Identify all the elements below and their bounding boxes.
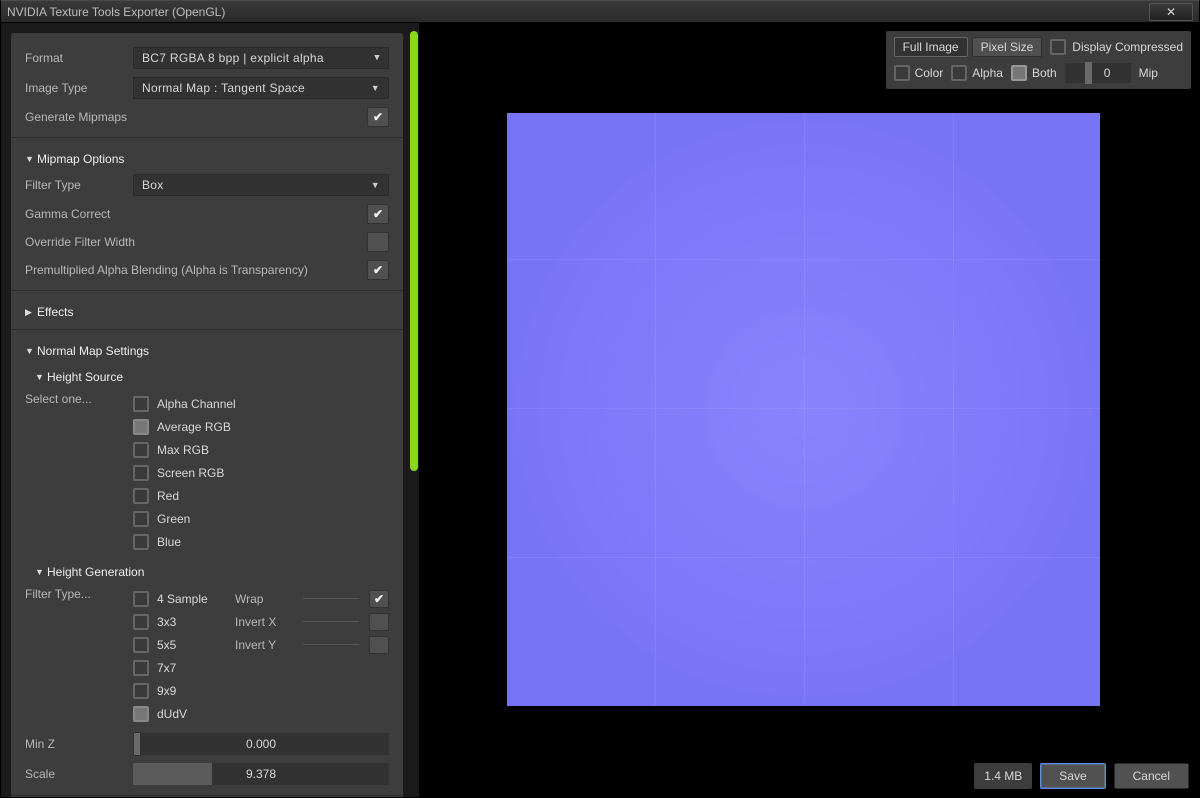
chevron-down-icon: ▼ — [25, 154, 37, 164]
image-type-dropdown[interactable]: Normal Map : Tangent Space — [133, 77, 389, 99]
checkbox-icon — [1011, 65, 1027, 81]
height-gen-filter[interactable]: 9x9 — [133, 679, 235, 702]
checkbox-icon — [133, 706, 149, 722]
checkbox-icon — [894, 65, 910, 81]
height-gen-filter[interactable]: 5x5 — [133, 633, 235, 656]
height-gen-prompt: Filter Type... — [25, 587, 133, 725]
sidebar-scrollbar-track[interactable] — [409, 23, 419, 797]
generate-mipmaps-row: Generate Mipmaps — [11, 103, 403, 131]
display-compressed-row: Display Compressed — [1050, 39, 1183, 55]
texture-preview[interactable] — [507, 113, 1100, 706]
gamma-correct-checkbox[interactable] — [367, 204, 389, 224]
close-icon: ✕ — [1166, 6, 1176, 18]
image-type-label: Image Type — [25, 81, 133, 95]
view-toolbar: Full Image Pixel Size Display Compressed… — [886, 31, 1191, 89]
height-source-option[interactable]: Max RGB — [133, 438, 389, 461]
checkbox-icon — [133, 534, 149, 550]
height-source-option[interactable]: Green — [133, 507, 389, 530]
height-gen-filter[interactable]: 3x3 — [133, 610, 235, 633]
filter-type-label: Filter Type — [25, 178, 133, 192]
gamma-correct-row: Gamma Correct — [11, 200, 403, 228]
height-gen-filter[interactable]: dUdV — [133, 702, 235, 725]
height-source-option[interactable]: Alpha Channel — [133, 392, 389, 415]
invert-x-row: Invert X — [235, 610, 389, 633]
chevron-down-icon: ▼ — [35, 567, 47, 577]
titlebar[interactable]: NVIDIA Texture Tools Exporter (OpenGL) ✕ — [1, 1, 1199, 23]
checkbox-icon — [133, 591, 149, 607]
height-source-option[interactable]: Screen RGB — [133, 461, 389, 484]
chevron-down-icon: ▼ — [25, 346, 37, 356]
display-compressed-checkbox[interactable] — [1050, 39, 1066, 55]
height-gen-filter[interactable]: 7x7 — [133, 656, 235, 679]
height-generation-header[interactable]: ▼ Height Generation — [11, 557, 403, 583]
checkbox-icon — [133, 614, 149, 630]
wrap-row: Wrap — [235, 587, 389, 610]
height-source-option[interactable]: Red — [133, 484, 389, 507]
app-window: NVIDIA Texture Tools Exporter (OpenGL) ✕… — [0, 0, 1200, 798]
format-dropdown[interactable]: BC7 RGBA 8 bpp | explicit alpha — [133, 47, 389, 69]
save-button[interactable]: Save — [1040, 763, 1105, 789]
checkbox-icon — [133, 511, 149, 527]
channel-both[interactable]: Both — [1011, 65, 1057, 81]
height-gen-filter[interactable]: 4 Sample — [133, 587, 235, 610]
height-source-prompt: Select one... — [25, 392, 133, 553]
mip-level-slider[interactable]: 0 — [1065, 63, 1131, 83]
format-label: Format — [25, 51, 133, 65]
height-gen-filters: 4 Sample 3x3 5x5 7x7 9x9 dUdV — [133, 587, 235, 725]
scale-slider[interactable]: 9.378 — [133, 763, 389, 785]
override-filter-width-row: Override Filter Width — [11, 228, 403, 256]
filter-type-row: Filter Type Box — [11, 170, 403, 200]
checkbox-icon — [133, 419, 149, 435]
height-source-header[interactable]: ▼ Height Source — [11, 362, 403, 388]
filesize-display: 1.4 MB — [974, 763, 1032, 789]
height-gen-flags: Wrap Invert X Invert Y — [235, 587, 389, 725]
height-source-option[interactable]: Blue — [133, 530, 389, 553]
min-z-row: Min Z 0.000 — [11, 729, 403, 759]
premult-alpha-checkbox[interactable] — [367, 260, 389, 280]
checkbox-icon — [133, 396, 149, 412]
sidebar-scrollbar-thumb[interactable] — [410, 31, 418, 471]
wrap-checkbox[interactable] — [369, 590, 389, 608]
cancel-button[interactable]: Cancel — [1114, 763, 1189, 789]
generate-mipmaps-checkbox[interactable] — [367, 107, 389, 127]
normal-map-header[interactable]: ▼ Normal Map Settings — [11, 336, 403, 362]
generate-mipmaps-label: Generate Mipmaps — [25, 110, 367, 124]
pixel-size-toggle[interactable]: Pixel Size — [972, 37, 1043, 57]
checkbox-icon — [133, 660, 149, 676]
invert-y-checkbox[interactable] — [369, 636, 389, 654]
checkbox-icon — [133, 442, 149, 458]
override-filter-width-checkbox[interactable] — [367, 232, 389, 252]
checkbox-icon — [133, 465, 149, 481]
mipmap-options-header[interactable]: ▼ Mipmap Options — [11, 144, 403, 170]
chevron-right-icon: ▶ — [25, 307, 37, 318]
filter-type-dropdown[interactable]: Box — [133, 174, 389, 196]
checkbox-icon — [133, 488, 149, 504]
settings-sidebar: Format BC7 RGBA 8 bpp | explicit alpha I… — [1, 23, 419, 797]
invert-x-checkbox[interactable] — [369, 613, 389, 631]
invert-y-row: Invert Y — [235, 633, 389, 656]
close-button[interactable]: ✕ — [1149, 3, 1193, 21]
format-row: Format BC7 RGBA 8 bpp | explicit alpha — [11, 43, 403, 73]
full-image-toggle[interactable]: Full Image — [894, 37, 968, 57]
checkbox-icon — [133, 683, 149, 699]
checkbox-icon — [951, 65, 967, 81]
height-source-option[interactable]: Average RGB — [133, 415, 389, 438]
chevron-down-icon: ▼ — [35, 372, 47, 382]
scale-row: Scale 9.378 — [11, 759, 403, 789]
channel-alpha[interactable]: Alpha — [951, 65, 1003, 81]
checkbox-icon — [133, 637, 149, 653]
effects-header[interactable]: ▶ Effects — [11, 297, 403, 323]
channel-color[interactable]: Color — [894, 65, 944, 81]
mip-label: Mip — [1139, 66, 1158, 80]
window-title: NVIDIA Texture Tools Exporter (OpenGL) — [7, 5, 225, 19]
premult-alpha-row: Premultiplied Alpha Blending (Alpha is T… — [11, 256, 403, 284]
height-source-list: Alpha Channel Average RGB Max RGB Screen… — [133, 392, 389, 553]
preview-pane: Full Image Pixel Size Display Compressed… — [419, 23, 1199, 797]
image-type-row: Image Type Normal Map : Tangent Space — [11, 73, 403, 103]
bottom-bar: 1.4 MB Save Cancel — [974, 763, 1189, 789]
min-z-slider[interactable]: 0.000 — [133, 733, 389, 755]
